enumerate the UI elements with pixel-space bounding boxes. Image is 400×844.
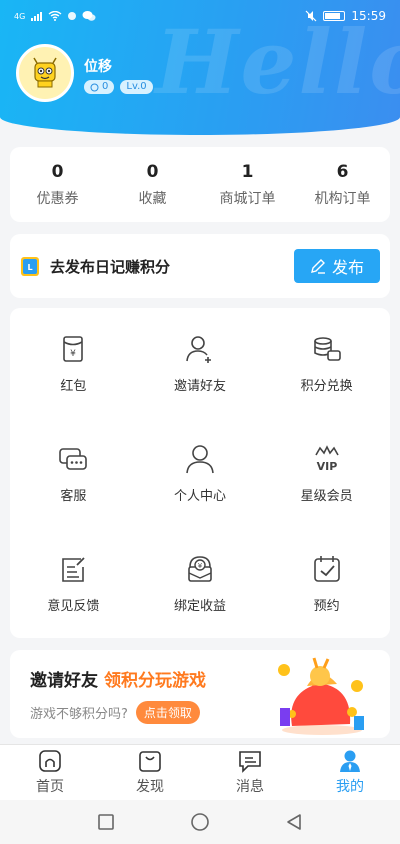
network-label: 4G — [14, 11, 26, 21]
grid-item-label: 意见反馈 — [47, 598, 100, 614]
feature-grid: ¥ 红包 邀请好友 积分兑换 客服 个人中心 VIP 星级会员 意见反馈 ¥ 绑… — [10, 308, 390, 638]
grid-item-star-member[interactable]: VIP 星级会员 — [263, 418, 390, 528]
coin-icon — [90, 83, 99, 91]
status-bar: 4G 15:59 — [0, 0, 400, 32]
stat-org-orders[interactable]: 6 机构订单 — [295, 147, 390, 222]
publish-button[interactable]: 发布 — [294, 249, 380, 283]
grid-item-bind-income[interactable]: ¥ 绑定收益 — [137, 528, 264, 638]
grid-item-points-exchange[interactable]: 积分兑换 — [263, 308, 390, 418]
signal-icon — [31, 11, 43, 21]
stats-card: 0 优惠券 0 收藏 1 商城订单 6 机构订单 — [10, 147, 390, 222]
diary-card: L 去发布日记赚积分 发布 — [10, 234, 390, 298]
vip-crown-icon: VIP — [314, 444, 339, 473]
user-badges: 0 Lv.0 — [84, 80, 153, 94]
grid-item-invite-friends[interactable]: 邀请好友 — [137, 308, 264, 418]
level-badge: Lv.0 — [120, 80, 153, 94]
red-envelope-icon: ¥ — [63, 335, 84, 362]
grid-item-label: 红包 — [60, 378, 87, 394]
stat-label: 机构订单 — [314, 190, 371, 207]
tab-discover[interactable]: 发现 — [100, 745, 200, 800]
invite-title-text: 邀请好友 — [30, 671, 98, 691]
grid-item-label: 个人中心 — [173, 488, 226, 504]
grid-item-customer-service[interactable]: 客服 — [10, 418, 137, 528]
stat-value: 6 — [336, 161, 349, 182]
username[interactable]: 位移 — [84, 56, 112, 76]
edit-icon — [311, 259, 325, 274]
stat-favorites[interactable]: 0 收藏 — [105, 147, 200, 222]
stat-value: 1 — [241, 161, 254, 182]
profile-header: Hello 4G 15:59 位移 0 L — [0, 0, 400, 135]
stat-label: 商城订单 — [219, 190, 276, 207]
invite-highlight: 领积分玩游戏 — [104, 671, 206, 691]
battery-icon — [323, 11, 346, 21]
add-user-icon — [186, 335, 211, 363]
shopping-bag-icon — [139, 751, 161, 772]
diary-prompt: 去发布日记赚积分 — [50, 257, 171, 276]
stat-coupons[interactable]: 0 优惠券 — [10, 147, 105, 222]
grid-item-label: 预约 — [313, 598, 340, 614]
home-circle-icon[interactable] — [190, 812, 210, 832]
stat-label: 收藏 — [138, 190, 167, 207]
grid-item-personal-center[interactable]: 个人中心 — [137, 418, 264, 528]
svg-text:L: L — [27, 263, 32, 272]
message-icon — [239, 751, 261, 773]
points-value: 0 — [102, 81, 109, 92]
feedback-icon — [62, 556, 85, 582]
home-icon — [39, 750, 61, 772]
grid-item-label: 积分兑换 — [300, 378, 353, 394]
stat-mall-orders[interactable]: 1 商城订单 — [200, 147, 295, 222]
tab-label: 消息 — [236, 779, 264, 795]
recent-apps-icon[interactable] — [97, 813, 115, 831]
chat-icon — [59, 447, 88, 470]
wifi-icon — [48, 11, 62, 21]
profile-icon — [340, 750, 360, 772]
tab-home[interactable]: 首页 — [0, 745, 100, 800]
invite-banner[interactable]: 邀请好友 领积分玩游戏 游戏不够积分吗? 点击领取 — [10, 650, 390, 738]
tab-label: 我的 — [336, 779, 364, 795]
invite-subtitle: 游戏不够积分吗? — [30, 707, 128, 722]
stat-value: 0 — [51, 161, 64, 182]
claim-button[interactable]: 点击领取 — [135, 701, 200, 724]
wechat-icon — [82, 11, 96, 21]
app-notification-icon — [68, 12, 77, 20]
publish-label: 发布 — [331, 258, 364, 277]
points-badge: 0 — [84, 80, 115, 94]
svg-text:¥: ¥ — [70, 349, 76, 359]
grid-item-feedback[interactable]: 意见反馈 — [10, 528, 137, 638]
back-icon[interactable] — [285, 813, 303, 831]
mute-icon — [305, 10, 317, 22]
bottom-tab-bar: 首页 发现 消息 我的 — [0, 744, 400, 800]
tab-label: 发现 — [136, 779, 164, 795]
bind-income-icon: ¥ — [188, 555, 212, 582]
grid-item-appointment[interactable]: 预约 — [263, 528, 390, 638]
stat-value: 0 — [146, 161, 159, 182]
status-time: 15:59 — [351, 9, 386, 23]
person-icon — [186, 444, 214, 473]
grid-item-label: 绑定收益 — [173, 598, 226, 614]
system-nav-bar — [0, 800, 400, 844]
grid-item-label: 星级会员 — [300, 488, 353, 504]
grid-item-label: 邀请好友 — [173, 378, 226, 394]
grid-item-label: 客服 — [60, 488, 87, 504]
tab-label: 首页 — [36, 779, 64, 795]
avatar-cartoon-icon — [33, 57, 57, 88]
stat-label: 优惠券 — [36, 190, 79, 207]
tab-messages[interactable]: 消息 — [200, 745, 300, 800]
svg-text:¥: ¥ — [198, 562, 203, 570]
coins-icon — [313, 336, 341, 361]
grid-item-red-envelope[interactable]: ¥ 红包 — [10, 308, 137, 418]
diary-notebook-icon: L — [21, 257, 39, 276]
svg-text:VIP: VIP — [316, 460, 337, 473]
calendar-check-icon — [313, 555, 340, 582]
avatar[interactable] — [16, 44, 74, 102]
tab-mine[interactable]: 我的 — [300, 745, 400, 800]
treasure-bag-illustration — [278, 657, 364, 735]
